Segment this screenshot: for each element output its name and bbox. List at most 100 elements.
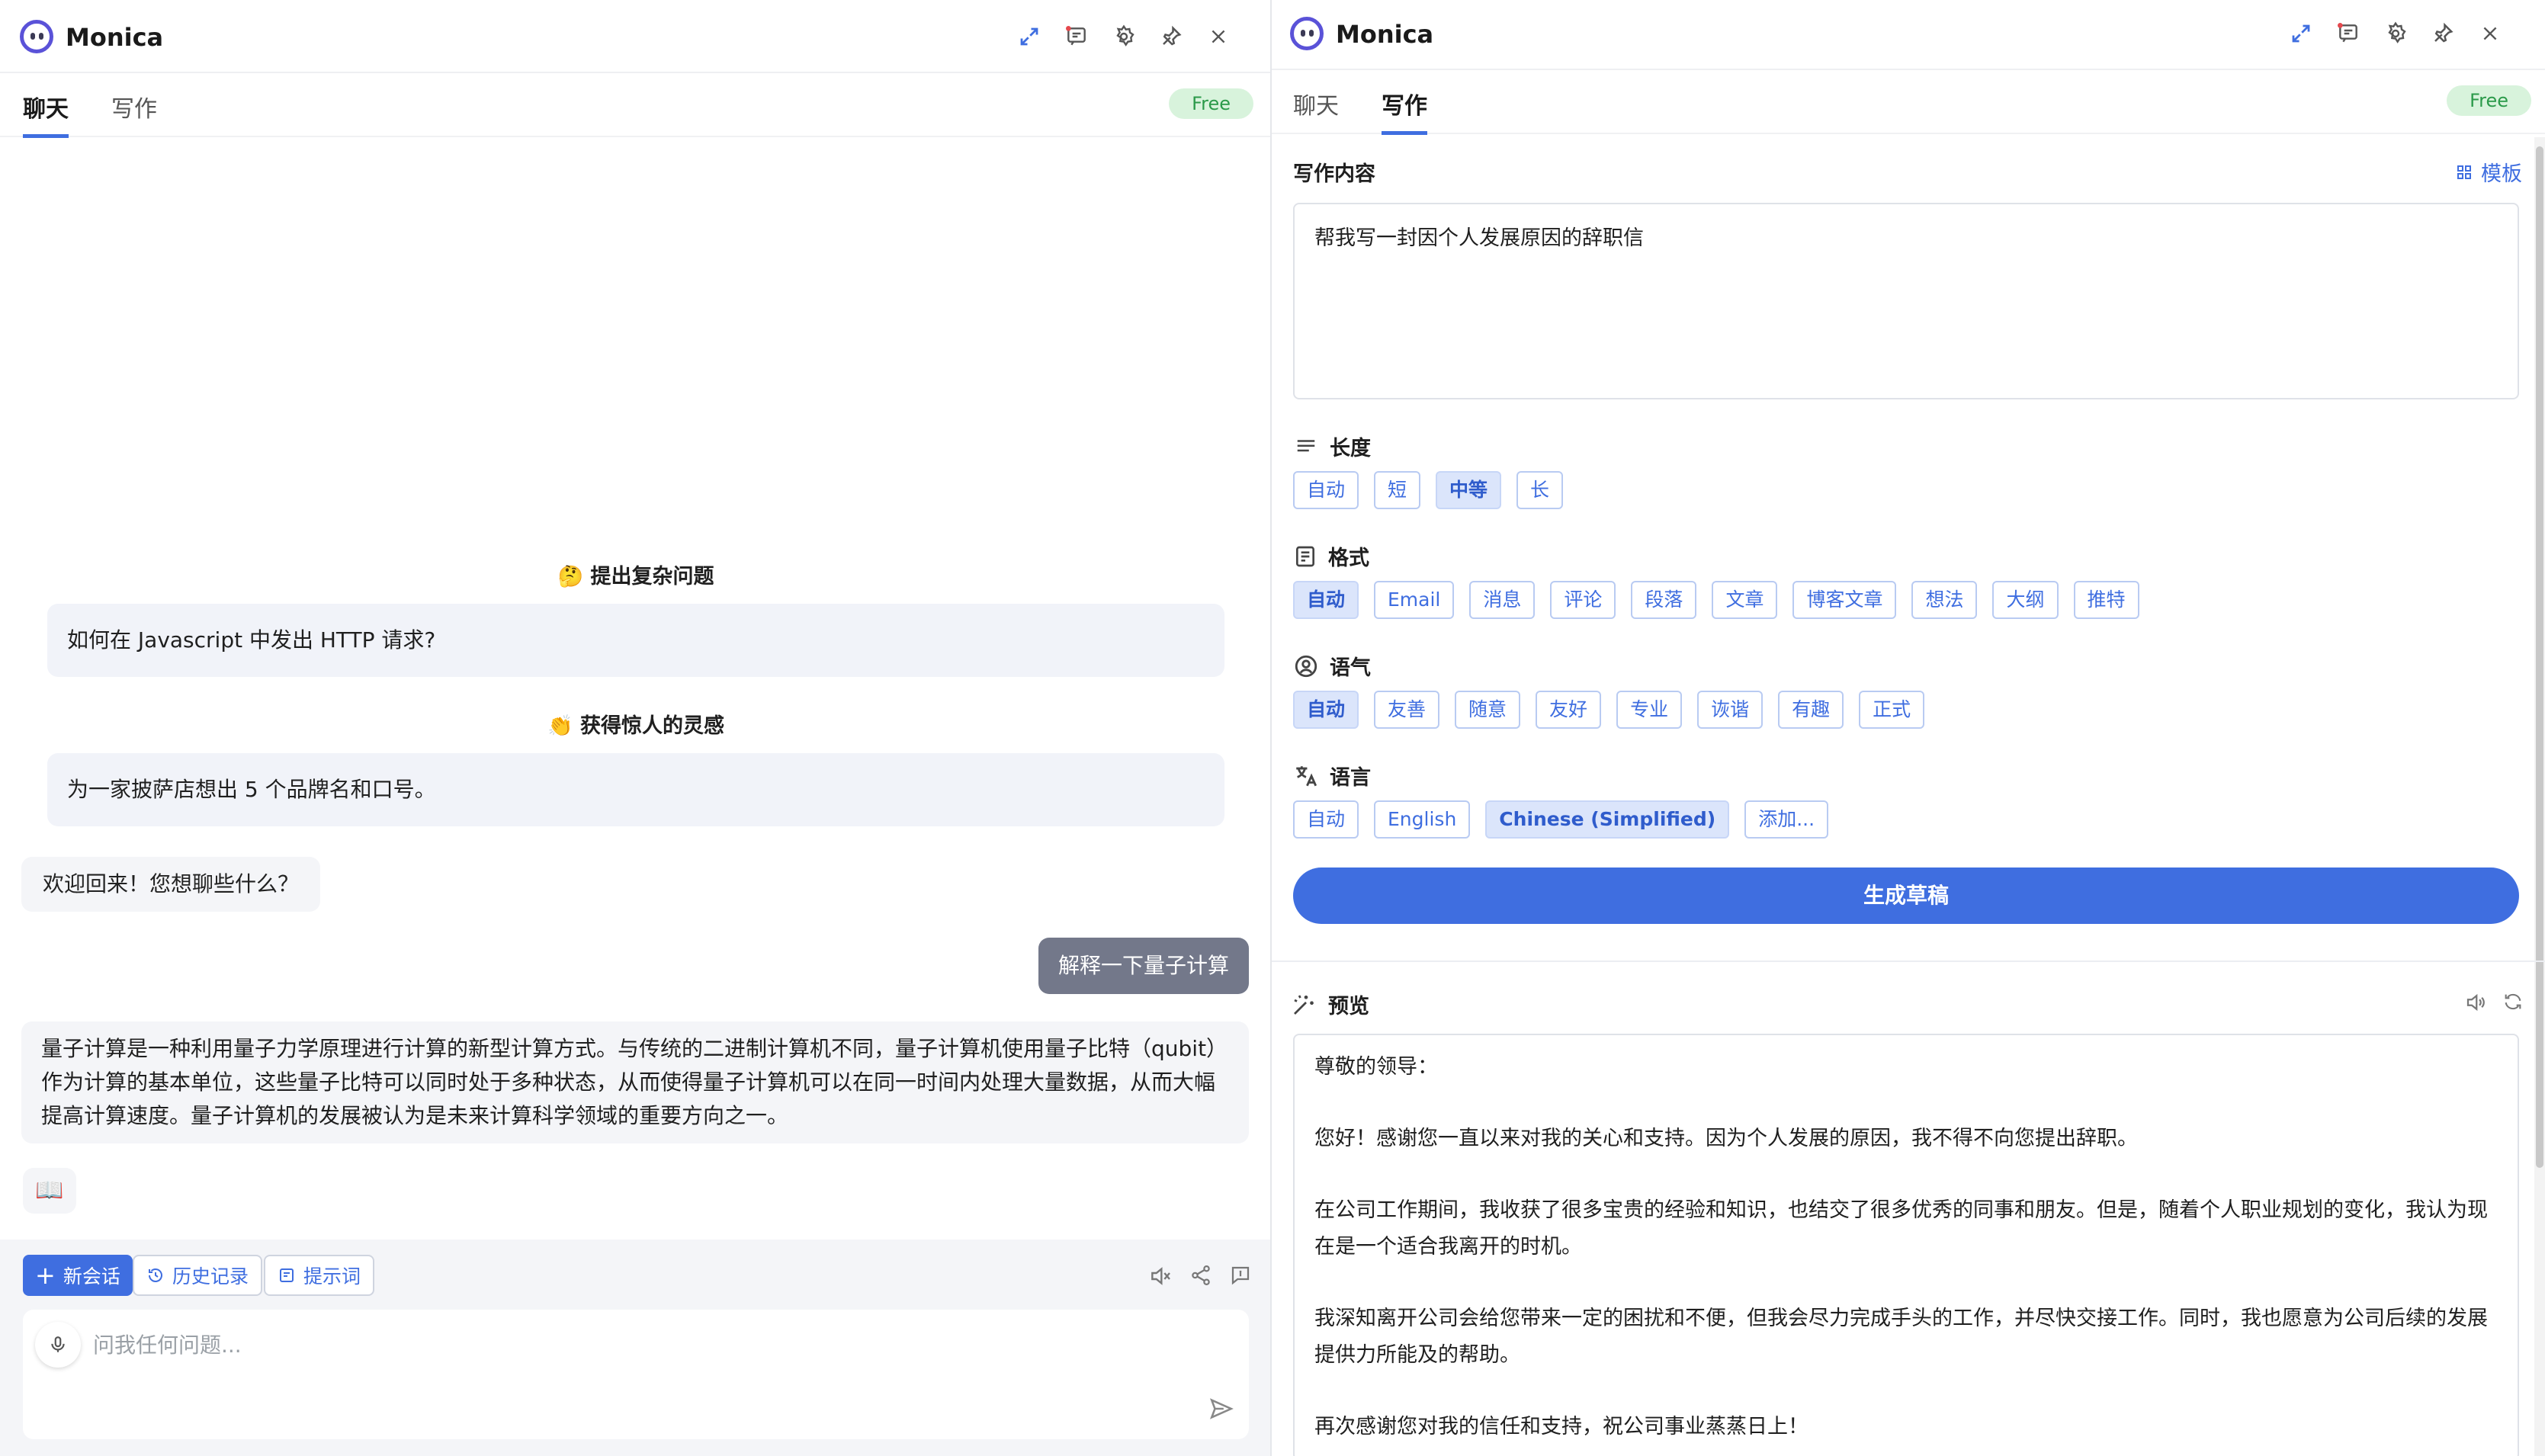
mute-icon[interactable] xyxy=(1148,1264,1173,1288)
format-option-paragraph[interactable]: 段落 xyxy=(1631,581,1697,619)
free-badge: Free xyxy=(2447,85,2531,116)
history-icon xyxy=(149,1268,162,1282)
app-title: Monica xyxy=(66,23,164,52)
pin-icon[interactable] xyxy=(2429,20,2457,47)
settings-gear-icon[interactable] xyxy=(2382,20,2409,47)
preview-paragraph: 再次感谢您对我的信任和支持，祝公司事业蒸蒸日上！ xyxy=(1314,1415,1808,1438)
content-label: 写作内容 xyxy=(1293,162,1375,186)
translate-icon xyxy=(1296,765,1317,786)
length-option-short[interactable]: 短 xyxy=(1374,471,1421,509)
history-button[interactable]: 历史记录 xyxy=(133,1255,263,1296)
language-option-add[interactable]: 添加... xyxy=(1744,800,1829,839)
format-option-auto[interactable]: 自动 xyxy=(1293,581,1359,619)
share-icon[interactable] xyxy=(1189,1264,1212,1287)
chat-input-box xyxy=(23,1310,1249,1439)
tone-option-kind[interactable]: 友善 xyxy=(1374,691,1440,729)
tone-option-professional[interactable]: 专业 xyxy=(1616,691,1683,729)
new-chat-button[interactable]: + 新会话 xyxy=(23,1255,133,1296)
tone-option-auto[interactable]: 自动 xyxy=(1293,691,1359,729)
mode-tabs: 聊天 写作 Free xyxy=(1272,70,2545,135)
preview-paragraph: 我深知离开公司会给您带来一定的困扰和不便，但我会尽力完成手头的工作，并尽快交接工… xyxy=(1314,1307,2488,1367)
lines-icon xyxy=(1297,439,1315,451)
tab-chat[interactable]: 聊天 xyxy=(1293,87,1339,131)
header-actions xyxy=(1016,23,1232,50)
header-actions xyxy=(2287,20,2504,47)
length-option-auto[interactable]: 自动 xyxy=(1293,471,1359,509)
assistant-answer-message: 量子计算是一种利用量子力学原理进行计算的新型计算方式。与传统的二进制计算机不同，… xyxy=(21,1021,1249,1143)
speaker-icon[interactable] xyxy=(2464,991,2487,1014)
language-section: 语言 xyxy=(1293,761,1371,791)
format-option-message[interactable]: 消息 xyxy=(1469,581,1536,619)
settings-gear-icon[interactable] xyxy=(1110,23,1138,50)
format-section: 格式 xyxy=(1293,541,1369,571)
write-header: Monica xyxy=(1272,0,2545,70)
format-option-article[interactable]: 文章 xyxy=(1712,581,1778,619)
length-options: 自动 短 中等 长 xyxy=(1293,471,1564,509)
microphone-icon[interactable] xyxy=(35,1322,81,1368)
pin-icon[interactable] xyxy=(1157,23,1185,50)
chat-composer: + 新会话 历史记录 提示词 xyxy=(0,1240,1272,1456)
tone-option-funny[interactable]: 有趣 xyxy=(1778,691,1844,729)
user-message: 解释一下量子计算 xyxy=(1038,938,1249,994)
format-option-comment[interactable]: 评论 xyxy=(1550,581,1616,619)
book-emoji-icon[interactable]: 📖 xyxy=(23,1168,76,1214)
expand-icon[interactable] xyxy=(2287,20,2315,47)
format-option-idea[interactable]: 想法 xyxy=(1911,581,1978,619)
chat-input[interactable] xyxy=(93,1326,1160,1363)
prompts-button[interactable]: 提示词 xyxy=(264,1255,375,1296)
tab-chat[interactable]: 聊天 xyxy=(23,90,69,138)
sidebar-chat-icon[interactable] xyxy=(2335,20,2362,47)
format-option-tweet[interactable]: 推特 xyxy=(2073,581,2139,619)
preview-actions xyxy=(2464,991,2524,1014)
refresh-icon[interactable] xyxy=(2502,991,2524,1012)
tab-write[interactable]: 写作 xyxy=(111,90,157,134)
feedback-icon[interactable] xyxy=(1229,1264,1252,1287)
tone-option-formal[interactable]: 正式 xyxy=(1859,691,1925,729)
close-icon[interactable] xyxy=(2476,20,2504,47)
language-option-english[interactable]: English xyxy=(1374,800,1471,839)
length-section: 长度 xyxy=(1293,431,1371,461)
preview-paragraph: 尊敬的领导： xyxy=(1314,1055,1438,1079)
sidebar-chat-icon[interactable] xyxy=(1063,23,1090,50)
assistant-welcome-message: 欢迎回来！您想聊些什么？ xyxy=(21,857,321,912)
clap-emoji-icon: 👏 xyxy=(547,714,573,738)
language-option-auto[interactable]: 自动 xyxy=(1293,800,1359,839)
composer-actions xyxy=(1148,1264,1252,1288)
tone-option-casual[interactable]: 随意 xyxy=(1455,691,1521,729)
monica-logo-icon xyxy=(20,20,53,53)
language-option-chinese[interactable]: Chinese (Simplified) xyxy=(1485,800,1730,839)
write-panel: Monica 聊天 写作 Free 写作内容 模板 帮我写一封因个人发展原因的辞… xyxy=(1272,0,2545,1456)
send-icon[interactable] xyxy=(1205,1392,1238,1426)
tone-option-friendly[interactable]: 友好 xyxy=(1536,691,1602,729)
content-textarea[interactable]: 帮我写一封因个人发展原因的辞职信 xyxy=(1293,203,2519,399)
plus-icon: + xyxy=(35,1261,56,1290)
magic-wand-icon xyxy=(1294,994,1314,1015)
length-option-medium[interactable]: 中等 xyxy=(1436,471,1502,509)
preview-paragraph: 您好！感谢您一直以来对我的关心和支持。因为个人发展的原因，我不得不向您提出辞职。 xyxy=(1314,1127,2138,1150)
thinking-emoji-icon: 🤔 xyxy=(557,565,584,588)
tone-icon xyxy=(1295,655,1317,677)
chat-panel: Monica 聊天 写作 Free 🤔 提出复杂问题 如何在 Javascrip… xyxy=(0,0,1272,1456)
chat-header: Monica xyxy=(0,0,1272,73)
tone-option-witty[interactable]: 诙谐 xyxy=(1697,691,1764,729)
format-option-outline[interactable]: 大纲 xyxy=(1992,581,2059,619)
generate-draft-button[interactable]: 生成草稿 xyxy=(1293,868,2519,924)
format-option-email[interactable]: Email xyxy=(1374,581,1455,619)
close-icon[interactable] xyxy=(1205,23,1232,50)
scrollbar-thumb[interactable] xyxy=(2536,146,2543,1168)
mode-tabs: 聊天 写作 Free xyxy=(0,73,1272,138)
template-button[interactable]: 模板 xyxy=(2455,157,2522,187)
prompt-section-title: 🤔 提出复杂问题 xyxy=(557,565,714,588)
prompt-example-card[interactable]: 为一家披萨店想出 5 个品牌名和口号。 xyxy=(47,753,1224,826)
prompt-example-card[interactable]: 如何在 Javascript 中发出 HTTP 请求? xyxy=(47,604,1224,677)
format-option-blog[interactable]: 博客文章 xyxy=(1792,581,1897,619)
length-option-long[interactable]: 长 xyxy=(1516,471,1564,509)
tab-write[interactable]: 写作 xyxy=(1382,87,1427,135)
free-badge: Free xyxy=(1169,88,1253,119)
expand-icon[interactable] xyxy=(1016,23,1043,50)
app-title: Monica xyxy=(1336,20,1434,49)
monica-logo-icon xyxy=(1290,17,1324,50)
prompt-note-icon xyxy=(280,1268,294,1282)
preview-paragraph: 在公司工作期间，我收获了很多宝贵的经验和知识，也结交了很多优秀的同事和朋友。但是… xyxy=(1314,1198,2488,1259)
grid-icon xyxy=(2457,165,2471,179)
